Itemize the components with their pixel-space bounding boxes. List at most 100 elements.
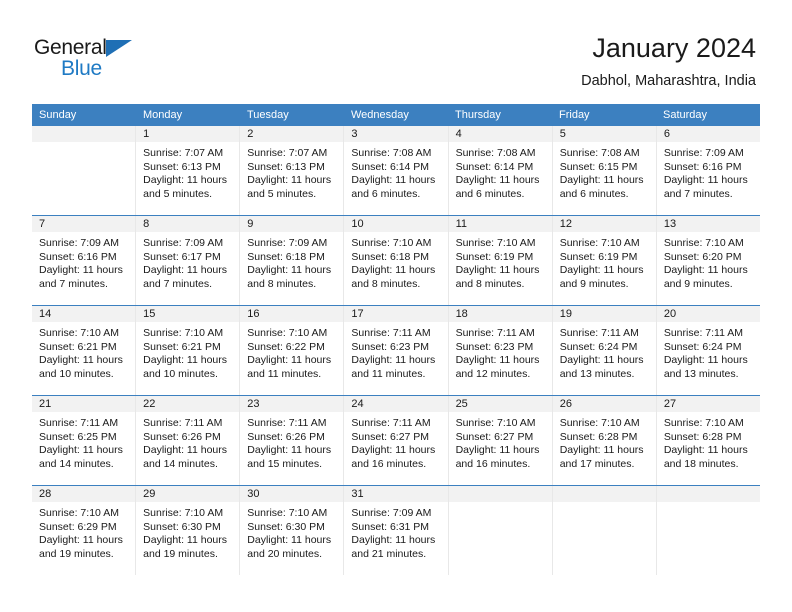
day-cell[interactable]: 2 Sunrise: 7:07 AM Sunset: 6:13 PM Daylight… bbox=[240, 126, 345, 215]
sunset-text: Sunset: 6:22 PM bbox=[247, 340, 325, 353]
daylight-text-line1: Daylight: 11 hours bbox=[663, 354, 748, 366]
sunrise-text: Sunrise: 7:10 AM bbox=[143, 507, 224, 519]
day-sun-info: Sunrise: 7:08 AM Sunset: 6:14 PM Daylight:… bbox=[449, 142, 552, 201]
daylight-text-line2: and 9 minutes. bbox=[559, 277, 629, 290]
day-cell[interactable]: 14 Sunrise: 7:10 AM Sunset: 6:21 PM Dayligh… bbox=[32, 306, 137, 395]
day-number: 10 bbox=[344, 216, 448, 232]
daylight-text-line2: and 13 minutes. bbox=[559, 367, 635, 380]
day-cell[interactable]: 27 Sunrise: 7:10 AM Sunset: 6:28 PM Dayligh… bbox=[656, 396, 760, 485]
day-sun-info: Sunrise: 7:11 AM Sunset: 6:24 PM Daylight:… bbox=[553, 322, 656, 381]
weekday-header-wednesday: Wednesday bbox=[351, 109, 409, 121]
daylight-text-line1: Daylight: 11 hours bbox=[663, 174, 748, 186]
calendar-week-row: 7 Sunrise: 7:09 AM Sunset: 6:16 PM Daylight… bbox=[32, 215, 760, 305]
day-cell[interactable]: 3 Sunrise: 7:08 AM Sunset: 6:14 PM Daylight… bbox=[344, 126, 449, 215]
sunset-text: Sunset: 6:14 PM bbox=[351, 160, 430, 173]
weekday-header-row: Sunday Monday Tuesday Wednesday Thursday… bbox=[32, 104, 760, 126]
daylight-text-line1: Daylight: 11 hours bbox=[143, 174, 227, 186]
daylight-text-line2: and 8 minutes. bbox=[247, 277, 317, 290]
sunrise-text: Sunrise: 7:11 AM bbox=[351, 327, 431, 339]
day-cell[interactable]: 19 Sunrise: 7:11 AM Sunset: 6:24 PM Dayligh… bbox=[552, 306, 657, 395]
day-cell[interactable]: 26 Sunrise: 7:10 AM Sunset: 6:28 PM Dayligh… bbox=[552, 396, 657, 485]
daylight-text-line1: Daylight: 11 hours bbox=[455, 444, 540, 456]
day-cell[interactable]: 13 Sunrise: 7:10 AM Sunset: 6:20 PM Dayligh… bbox=[656, 216, 760, 305]
sunset-text: Sunset: 6:25 PM bbox=[39, 430, 117, 443]
sunset-text: Sunset: 6:31 PM bbox=[351, 520, 430, 533]
day-cell[interactable]: 24 Sunrise: 7:11 AM Sunset: 6:27 PM Dayligh… bbox=[344, 396, 449, 485]
day-cell[interactable]: 8 Sunrise: 7:09 AM Sunset: 6:17 PM Daylight… bbox=[136, 216, 241, 305]
daylight-text-line2: and 18 minutes. bbox=[663, 457, 739, 470]
sunset-text: Sunset: 6:15 PM bbox=[559, 160, 638, 173]
calendar-weeks: 1 Sunrise: 7:07 AM Sunset: 6:13 PM Daylight… bbox=[32, 126, 760, 575]
day-cell[interactable]: 23 Sunrise: 7:11 AM Sunset: 6:26 PM Dayligh… bbox=[240, 396, 345, 485]
day-number: 30 bbox=[240, 486, 344, 502]
day-number: 23 bbox=[240, 396, 344, 412]
daylight-text-line2: and 6 minutes. bbox=[351, 187, 421, 200]
daylight-text-line2: and 9 minutes. bbox=[663, 277, 733, 290]
daylight-text-line2: and 10 minutes. bbox=[39, 367, 114, 380]
daylight-text-line1: Daylight: 11 hours bbox=[247, 354, 332, 366]
daylight-text-line1: Daylight: 11 hours bbox=[143, 264, 227, 276]
day-cell[interactable]: 5 Sunrise: 7:08 AM Sunset: 6:15 PM Daylight… bbox=[552, 126, 657, 215]
day-cell[interactable]: 29 Sunrise: 7:10 AM Sunset: 6:30 PM Dayligh… bbox=[136, 486, 241, 575]
day-cell[interactable]: 15 Sunrise: 7:10 AM Sunset: 6:21 PM Dayligh… bbox=[136, 306, 241, 395]
day-number: 18 bbox=[448, 306, 552, 322]
week-cells: 14 Sunrise: 7:10 AM Sunset: 6:21 PM Dayligh… bbox=[32, 306, 760, 395]
day-cell[interactable]: 17 Sunrise: 7:11 AM Sunset: 6:23 PM Dayligh… bbox=[344, 306, 449, 395]
day-cell[interactable]: 28 Sunrise: 7:10 AM Sunset: 6:29 PM Dayligh… bbox=[32, 486, 137, 575]
day-sun-info: Sunrise: 7:07 AM Sunset: 6:13 PM Daylight:… bbox=[136, 142, 239, 201]
daylight-text-line2: and 5 minutes. bbox=[143, 187, 213, 200]
sunrise-text: Sunrise: 7:10 AM bbox=[39, 507, 119, 519]
day-number: 12 bbox=[552, 216, 656, 232]
daylight-text-line1: Daylight: 11 hours bbox=[247, 264, 332, 276]
day-cell[interactable]: 31 Sunrise: 7:09 AM Sunset: 6:31 PM Dayligh… bbox=[344, 486, 449, 575]
day-cell[interactable]: 20 Sunrise: 7:11 AM Sunset: 6:24 PM Dayligh… bbox=[656, 306, 760, 395]
sunset-text: Sunset: 6:24 PM bbox=[663, 340, 742, 353]
daylight-text-line1: Daylight: 11 hours bbox=[559, 444, 644, 456]
daylight-text-line1: Daylight: 11 hours bbox=[663, 444, 748, 456]
day-cell[interactable]: 1 Sunrise: 7:07 AM Sunset: 6:13 PM Daylight… bbox=[136, 126, 241, 215]
day-number: 24 bbox=[344, 396, 448, 412]
day-cell[interactable]: 6 Sunrise: 7:09 AM Sunset: 6:16 PM Daylight… bbox=[656, 126, 760, 215]
sunrise-text: Sunrise: 7:09 AM bbox=[247, 237, 328, 249]
week-cells: 28 Sunrise: 7:10 AM Sunset: 6:29 PM Dayligh… bbox=[32, 486, 760, 575]
sunset-text: Sunset: 6:13 PM bbox=[143, 160, 221, 173]
general-blue-logo[interactable]: General Blue bbox=[34, 36, 164, 82]
day-sun-info: Sunrise: 7:11 AM Sunset: 6:25 PM Daylight:… bbox=[32, 412, 135, 471]
daylight-text-line2: and 7 minutes. bbox=[143, 277, 213, 290]
day-sun-info: Sunrise: 7:10 AM Sunset: 6:21 PM Daylight:… bbox=[32, 322, 135, 381]
page-subtitle: Dabhol, Maharashtra, India bbox=[581, 73, 756, 89]
day-cell[interactable]: 21 Sunrise: 7:11 AM Sunset: 6:25 PM Dayligh… bbox=[32, 396, 137, 485]
week-cells: 21 Sunrise: 7:11 AM Sunset: 6:25 PM Dayligh… bbox=[32, 396, 760, 485]
daylight-text-line2: and 8 minutes. bbox=[455, 277, 525, 290]
day-cell[interactable]: 18 Sunrise: 7:11 AM Sunset: 6:23 PM Dayligh… bbox=[448, 306, 553, 395]
day-number: 22 bbox=[136, 396, 240, 412]
day-number: 26 bbox=[552, 396, 656, 412]
daylight-text-line1: Daylight: 11 hours bbox=[143, 444, 227, 456]
day-cell[interactable]: 7 Sunrise: 7:09 AM Sunset: 6:16 PM Daylight… bbox=[32, 216, 137, 305]
daylight-text-line1: Daylight: 11 hours bbox=[143, 534, 227, 546]
sunset-text: Sunset: 6:17 PM bbox=[143, 250, 221, 263]
day-cell[interactable]: 22 Sunrise: 7:11 AM Sunset: 6:26 PM Dayligh… bbox=[136, 396, 241, 485]
day-cell[interactable]: 12 Sunrise: 7:10 AM Sunset: 6:19 PM Dayligh… bbox=[552, 216, 657, 305]
day-number: 27 bbox=[656, 396, 760, 412]
day-cell[interactable]: 9 Sunrise: 7:09 AM Sunset: 6:18 PM Daylight… bbox=[240, 216, 345, 305]
day-sun-info: Sunrise: 7:10 AM Sunset: 6:19 PM Daylight:… bbox=[553, 232, 656, 291]
sunrise-text: Sunrise: 7:10 AM bbox=[559, 417, 640, 429]
day-cell-empty bbox=[552, 486, 657, 575]
daylight-text-line2: and 13 minutes. bbox=[663, 367, 739, 380]
day-sun-info: Sunrise: 7:11 AM Sunset: 6:26 PM Daylight:… bbox=[136, 412, 239, 471]
day-number bbox=[552, 486, 656, 502]
day-cell[interactable]: 4 Sunrise: 7:08 AM Sunset: 6:14 PM Daylight… bbox=[448, 126, 553, 215]
day-cell[interactable]: 25 Sunrise: 7:10 AM Sunset: 6:27 PM Dayligh… bbox=[448, 396, 553, 485]
calendar-page: General Blue January 2024 Dabhol, Mahara… bbox=[0, 0, 792, 612]
day-number: 17 bbox=[344, 306, 448, 322]
day-cell[interactable]: 10 Sunrise: 7:10 AM Sunset: 6:18 PM Dayligh… bbox=[344, 216, 449, 305]
day-cell[interactable]: 16 Sunrise: 7:10 AM Sunset: 6:22 PM Dayligh… bbox=[240, 306, 345, 395]
day-cell[interactable]: 30 Sunrise: 7:10 AM Sunset: 6:30 PM Dayligh… bbox=[240, 486, 345, 575]
day-cell-empty bbox=[656, 486, 760, 575]
day-cell[interactable]: 11 Sunrise: 7:10 AM Sunset: 6:19 PM Dayligh… bbox=[448, 216, 553, 305]
page-header: General Blue January 2024 Dabhol, Mahara… bbox=[0, 0, 792, 104]
sunset-text: Sunset: 6:29 PM bbox=[39, 520, 117, 533]
sunset-text: Sunset: 6:20 PM bbox=[663, 250, 742, 263]
sunrise-text: Sunrise: 7:10 AM bbox=[39, 327, 119, 339]
